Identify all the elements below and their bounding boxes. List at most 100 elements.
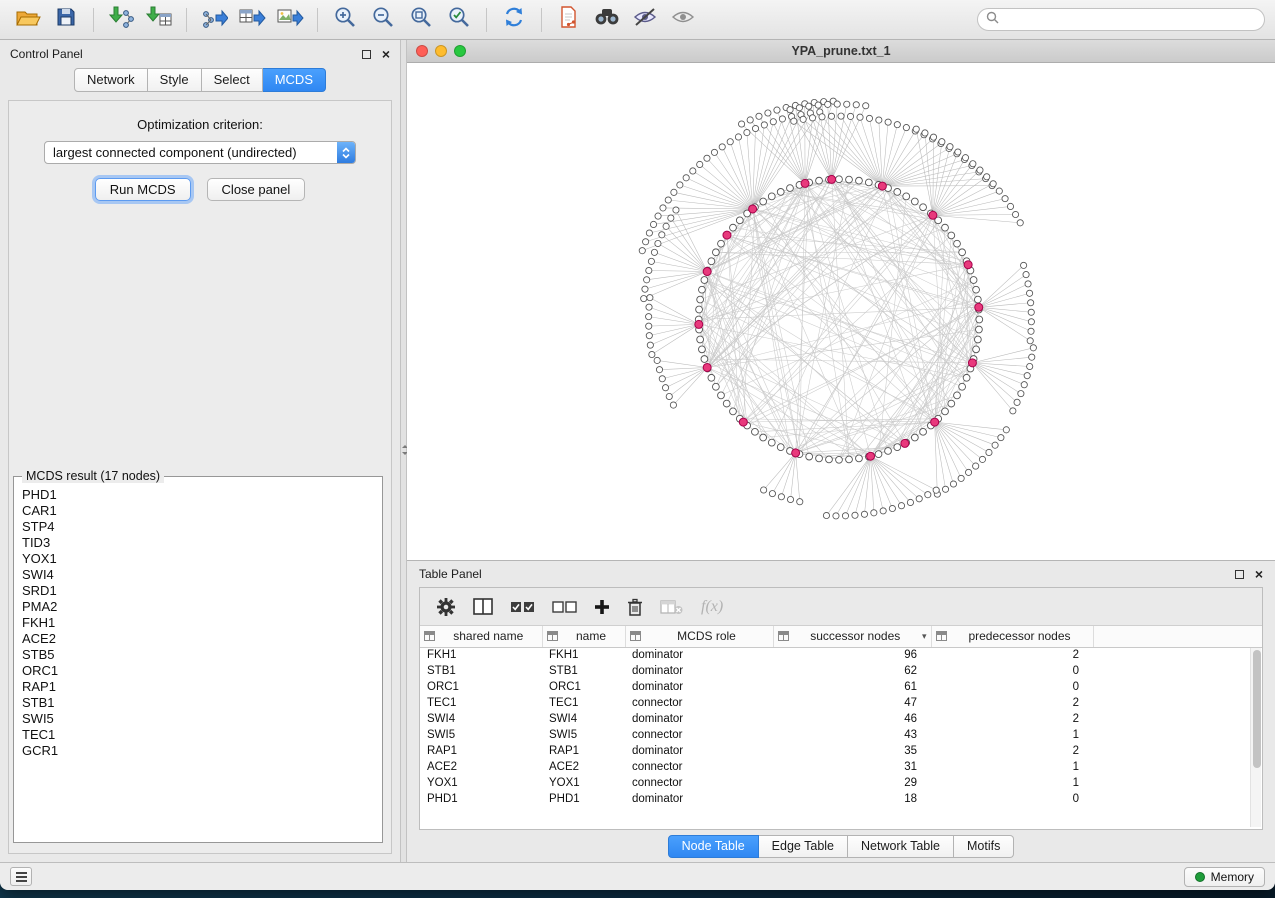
mcds-result-item[interactable]: ACE2	[22, 631, 374, 647]
network-node[interactable]	[955, 149, 961, 155]
mcds-result-item[interactable]: TEC1	[22, 727, 374, 743]
network-window-titlebar[interactable]: YPA_prune.txt_1	[407, 40, 1275, 63]
network-node[interactable]	[654, 357, 660, 363]
table-row[interactable]: PHD1PHD1dominator180	[420, 791, 1262, 807]
network-node[interactable]	[778, 494, 784, 500]
network-node[interactable]	[913, 126, 919, 132]
network-node[interactable]	[646, 267, 652, 273]
table-cell[interactable]: ACE2	[542, 759, 625, 775]
network-node[interactable]	[735, 134, 741, 140]
panel-splitter[interactable]	[400, 40, 407, 862]
network-node[interactable]	[992, 442, 998, 448]
table-cell[interactable]: 0	[931, 679, 1093, 695]
network-node[interactable]	[651, 249, 657, 255]
network-node[interactable]	[922, 130, 928, 136]
network-node[interactable]	[647, 295, 653, 301]
close-panel-icon[interactable]: ×	[1255, 569, 1263, 579]
network-node[interactable]	[646, 333, 652, 339]
network-node[interactable]	[970, 161, 976, 167]
export-image-button[interactable]	[272, 5, 308, 35]
table-row[interactable]: STB1STB1dominator620	[420, 663, 1262, 679]
tab-mcds[interactable]: MCDS	[263, 68, 326, 92]
network-node[interactable]	[954, 392, 961, 399]
network-node[interactable]	[655, 240, 661, 246]
table-cell[interactable]: YOX1	[542, 775, 625, 791]
network-node[interactable]	[646, 304, 652, 310]
network-node[interactable]	[760, 198, 767, 205]
apply-layout-button[interactable]	[496, 5, 532, 35]
network-node[interactable]	[1028, 328, 1034, 334]
network-node[interactable]	[1014, 399, 1020, 405]
network-node[interactable]	[806, 103, 812, 109]
network-node[interactable]	[1018, 391, 1024, 397]
delete-column-button[interactable]	[627, 594, 643, 620]
network-node[interactable]	[930, 134, 936, 140]
network-node[interactable]	[974, 336, 981, 343]
network-node[interactable]	[986, 449, 992, 455]
column-header-name[interactable]: name	[542, 626, 625, 647]
network-node[interactable]	[963, 374, 970, 381]
network-node[interactable]	[894, 122, 900, 128]
network-node[interactable]	[846, 456, 853, 463]
mcds-node[interactable]	[749, 205, 757, 213]
network-node[interactable]	[1029, 354, 1035, 360]
mcds-result-item[interactable]: SWI4	[22, 567, 374, 583]
network-node[interactable]	[948, 232, 955, 239]
network-node[interactable]	[673, 207, 679, 213]
mcds-node[interactable]	[964, 261, 972, 269]
table-cell[interactable]: 0	[931, 791, 1093, 807]
annotation-button[interactable]	[551, 5, 587, 35]
network-node[interactable]	[655, 213, 661, 219]
network-node[interactable]	[825, 101, 831, 107]
network-node[interactable]	[977, 167, 983, 173]
table-cell[interactable]: 61	[773, 679, 931, 695]
network-node[interactable]	[642, 286, 648, 292]
network-node[interactable]	[866, 115, 872, 121]
network-node[interactable]	[885, 119, 891, 125]
criterion-select[interactable]: largest connected component (undirected)	[44, 141, 356, 164]
network-node[interactable]	[699, 286, 706, 293]
mcds-result-item[interactable]: TID3	[22, 535, 374, 551]
window-close-icon[interactable]	[416, 45, 428, 57]
zoom-in-button[interactable]	[327, 5, 363, 35]
network-node[interactable]	[744, 129, 750, 135]
network-node[interactable]	[844, 101, 850, 107]
close-panel-button[interactable]: Close panel	[207, 178, 306, 201]
network-node[interactable]	[1012, 211, 1018, 217]
table-cell[interactable]: 18	[773, 791, 931, 807]
network-node[interactable]	[797, 499, 803, 505]
network-node[interactable]	[856, 455, 863, 462]
network-node[interactable]	[1002, 196, 1008, 202]
network-node[interactable]	[847, 113, 853, 119]
network-node[interactable]	[976, 326, 983, 333]
mcds-result-item[interactable]: CAR1	[22, 503, 374, 519]
window-minimize-icon[interactable]	[435, 45, 447, 57]
network-node[interactable]	[876, 117, 882, 123]
network-node[interactable]	[768, 193, 775, 200]
column-header-MCDS-role[interactable]: MCDS role	[625, 626, 773, 647]
network-node[interactable]	[1030, 345, 1036, 351]
network-node[interactable]	[774, 107, 780, 113]
export-table-button[interactable]	[234, 5, 270, 35]
table-tab-network-table[interactable]: Network Table	[848, 835, 954, 858]
network-node[interactable]	[984, 174, 990, 180]
network-node[interactable]	[903, 193, 910, 200]
network-node[interactable]	[711, 149, 717, 155]
network-node[interactable]	[809, 115, 815, 121]
network-node[interactable]	[842, 513, 848, 519]
table-scrollbar[interactable]	[1250, 648, 1261, 827]
network-node[interactable]	[973, 463, 979, 469]
network-node[interactable]	[885, 448, 892, 455]
network-node[interactable]	[942, 224, 949, 231]
tab-select[interactable]: Select	[202, 68, 263, 92]
table-cell[interactable]: 62	[773, 663, 931, 679]
network-node[interactable]	[708, 258, 715, 265]
network-node[interactable]	[942, 486, 948, 492]
table-cell[interactable]: dominator	[625, 663, 773, 679]
table-cell[interactable]: PHD1	[420, 791, 542, 807]
table-cell[interactable]: SWI5	[542, 727, 625, 743]
run-mcds-button[interactable]: Run MCDS	[95, 178, 191, 201]
table-cell[interactable]: 2	[931, 743, 1093, 759]
deselect-all-button[interactable]	[552, 594, 577, 620]
table-cell[interactable]: ORC1	[420, 679, 542, 695]
